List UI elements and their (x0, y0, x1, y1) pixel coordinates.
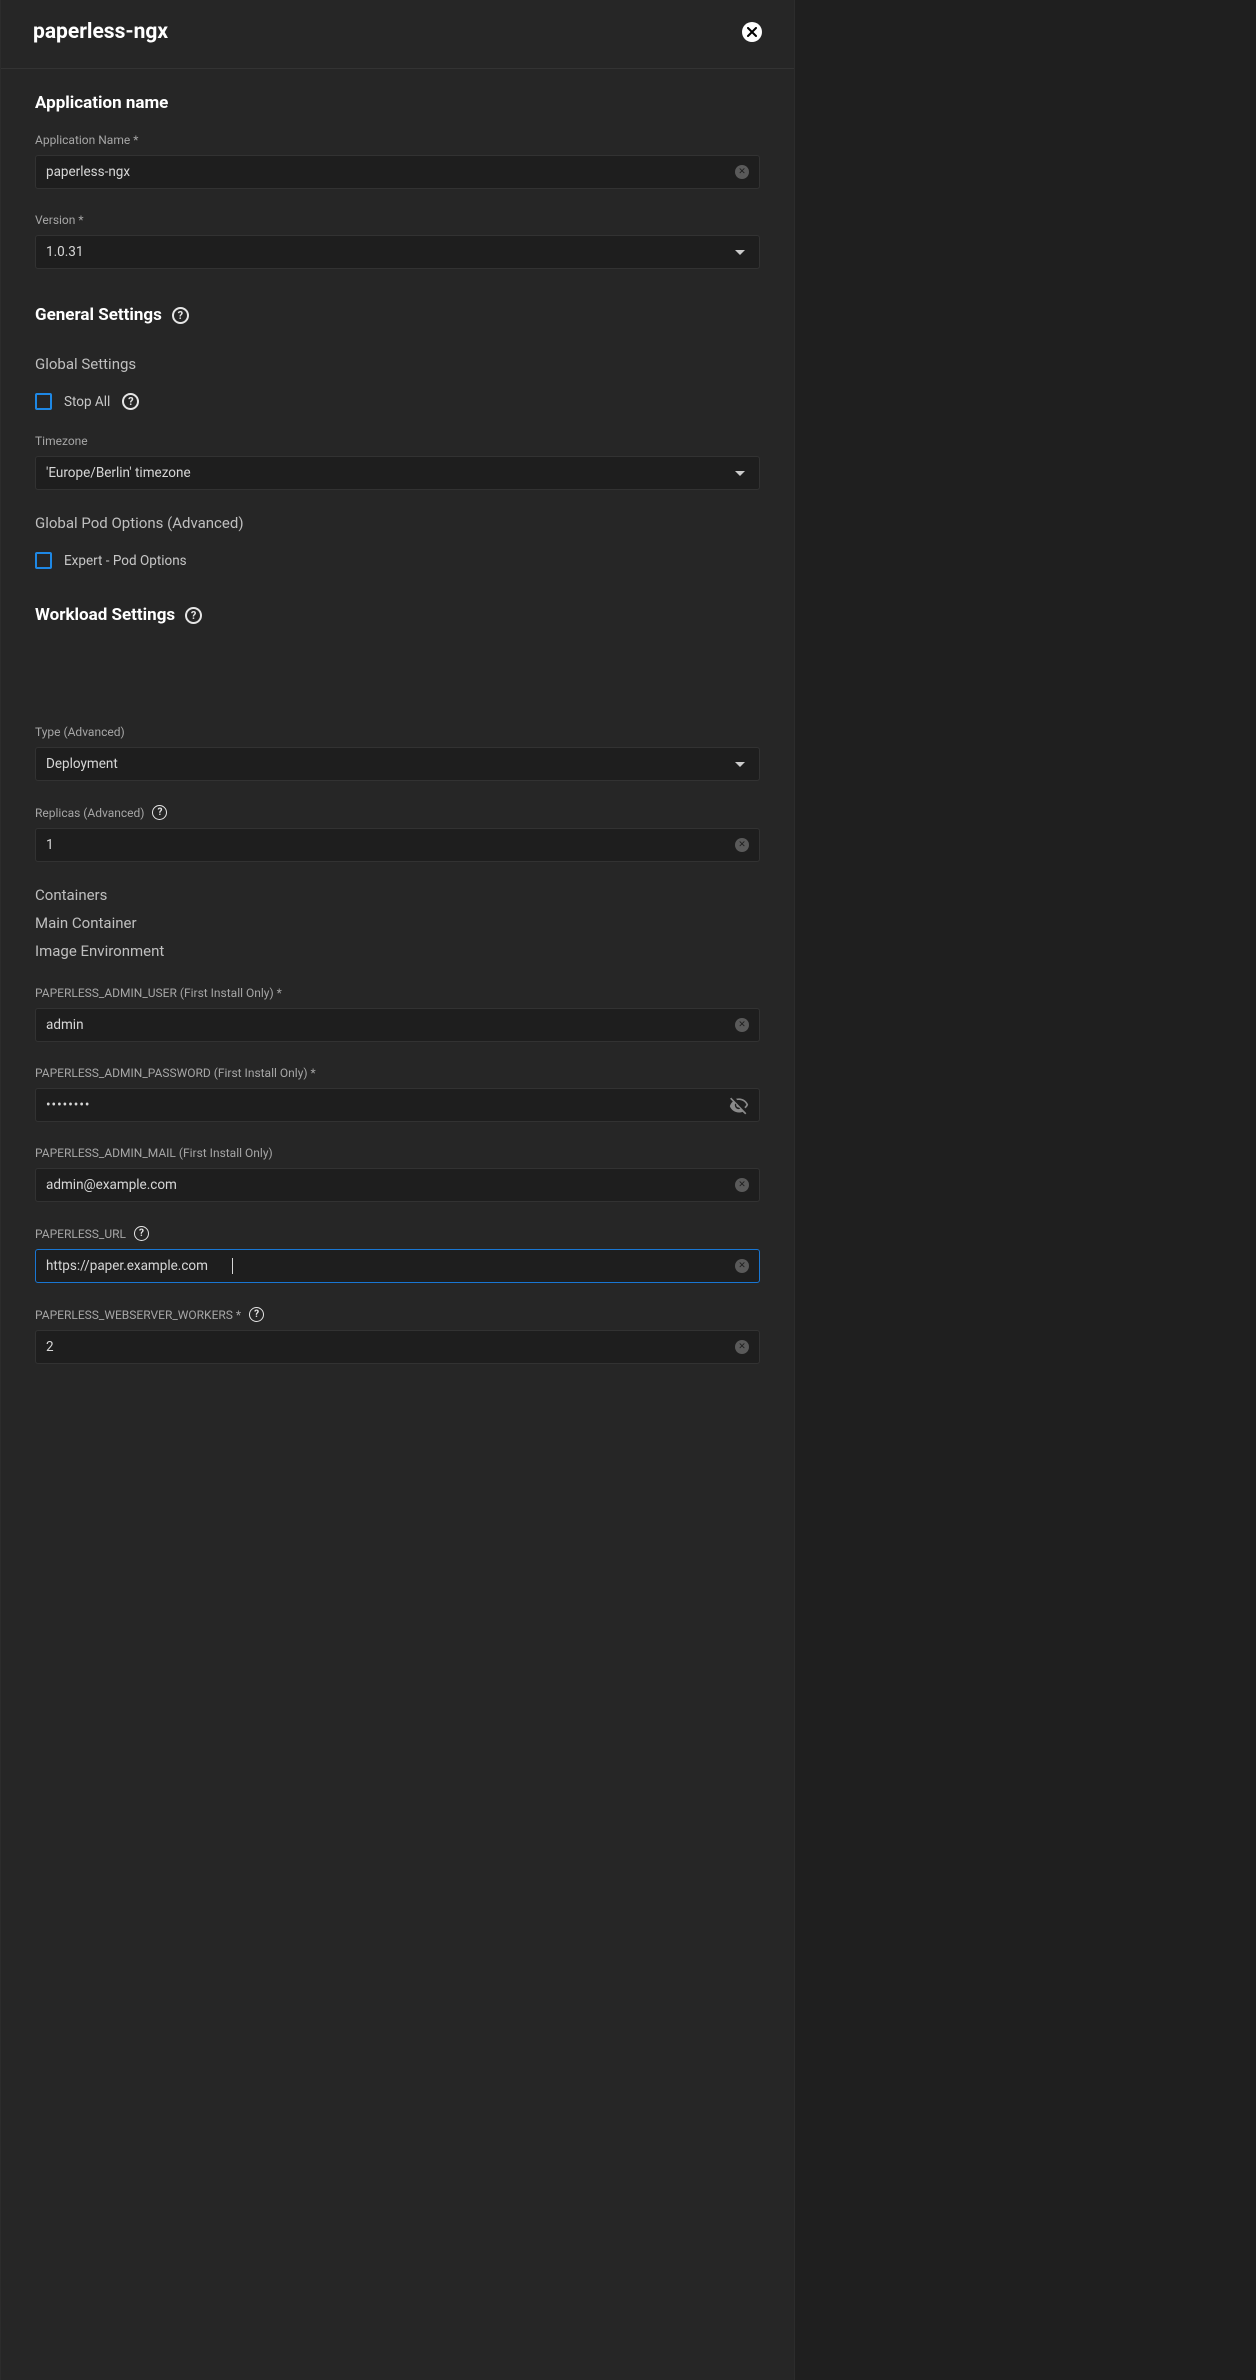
replicas-input-wrap[interactable]: ✕ (35, 828, 760, 862)
type-value: Deployment (46, 756, 118, 772)
stop-all-row: Stop All ? (35, 393, 760, 410)
app-name-label: Application Name * (35, 133, 760, 147)
help-icon[interactable]: ? (134, 1226, 149, 1241)
help-icon[interactable]: ? (172, 307, 189, 324)
field-app-name: Application Name * ✕ (35, 133, 760, 189)
timezone-value: 'Europe/Berlin' timezone (46, 465, 191, 481)
global-settings-label: Global Settings (35, 355, 760, 373)
help-icon[interactable]: ? (185, 607, 202, 624)
field-admin-user: PAPERLESS_ADMIN_USER (First Install Only… (35, 986, 760, 1042)
containers-block: Containers Main Container Image Environm… (35, 886, 760, 960)
chevron-down-icon (735, 762, 745, 767)
version-value: 1.0.31 (46, 244, 83, 260)
admin-mail-input-wrap[interactable]: ✕ (35, 1168, 760, 1202)
settings-modal: paperless-ngx Application name Applicati… (0, 0, 795, 2380)
help-icon[interactable]: ? (122, 393, 139, 410)
stop-all-label: Stop All (64, 394, 110, 410)
visibility-off-icon[interactable] (729, 1095, 749, 1115)
close-icon (747, 27, 757, 37)
expert-pod-checkbox[interactable] (35, 552, 52, 569)
modal-content: Application name Application Name * ✕ Ve… (1, 69, 794, 1428)
clear-icon[interactable]: ✕ (735, 1340, 749, 1354)
app-name-input[interactable] (46, 164, 735, 180)
help-icon[interactable]: ? (152, 805, 167, 820)
url-input-wrap[interactable]: ✕ (35, 1249, 760, 1283)
timezone-select[interactable]: 'Europe/Berlin' timezone (35, 456, 760, 490)
url-input[interactable] (46, 1258, 233, 1274)
section-workload-title: Workload Settings ? (35, 605, 760, 625)
chevron-down-icon (735, 471, 745, 476)
workers-label-text: PAPERLESS_WEBSERVER_WORKERS * (35, 1308, 241, 1322)
workers-input[interactable] (46, 1339, 735, 1355)
admin-user-label: PAPERLESS_ADMIN_USER (First Install Only… (35, 986, 760, 1000)
field-timezone: Timezone 'Europe/Berlin' timezone (35, 434, 760, 490)
admin-password-input[interactable] (46, 1097, 729, 1113)
app-name-input-wrap[interactable]: ✕ (35, 155, 760, 189)
expert-pod-label: Expert - Pod Options (64, 553, 187, 569)
general-settings-text: General Settings (35, 305, 162, 325)
replicas-label-text: Replicas (Advanced) (35, 806, 144, 820)
admin-user-input[interactable] (46, 1017, 735, 1033)
help-icon[interactable]: ? (249, 1307, 264, 1322)
type-label: Type (Advanced) (35, 725, 760, 739)
section-general-title: General Settings ? (35, 305, 760, 325)
admin-user-input-wrap[interactable]: ✕ (35, 1008, 760, 1042)
version-select[interactable]: 1.0.31 (35, 235, 760, 269)
admin-mail-input[interactable] (46, 1177, 735, 1193)
url-label: PAPERLESS_URL ? (35, 1226, 760, 1241)
replicas-input[interactable] (46, 837, 735, 853)
timezone-label: Timezone (35, 434, 760, 448)
clear-icon[interactable]: ✕ (735, 1259, 749, 1273)
modal-title: paperless-ngx (33, 20, 168, 44)
field-version: Version * 1.0.31 (35, 213, 760, 269)
clear-icon[interactable]: ✕ (735, 1178, 749, 1192)
clear-icon[interactable]: ✕ (735, 838, 749, 852)
global-pod-label: Global Pod Options (Advanced) (35, 514, 760, 532)
modal-header: paperless-ngx (1, 0, 794, 69)
field-replicas: Replicas (Advanced) ? ✕ (35, 805, 760, 862)
url-label-text: PAPERLESS_URL (35, 1227, 126, 1241)
field-url: PAPERLESS_URL ? ✕ (35, 1226, 760, 1283)
workload-settings-text: Workload Settings (35, 605, 175, 625)
expert-pod-row: Expert - Pod Options (35, 552, 760, 569)
field-admin-password: PAPERLESS_ADMIN_PASSWORD (First Install … (35, 1066, 760, 1122)
field-workers: PAPERLESS_WEBSERVER_WORKERS * ? ✕ (35, 1307, 760, 1364)
admin-password-input-wrap[interactable] (35, 1088, 760, 1122)
clear-icon[interactable]: ✕ (735, 1018, 749, 1032)
main-container-label: Main Container (35, 914, 760, 932)
admin-mail-label: PAPERLESS_ADMIN_MAIL (First Install Only… (35, 1146, 760, 1160)
replicas-label: Replicas (Advanced) ? (35, 805, 760, 820)
version-label: Version * (35, 213, 760, 227)
field-admin-mail: PAPERLESS_ADMIN_MAIL (First Install Only… (35, 1146, 760, 1202)
workers-input-wrap[interactable]: ✕ (35, 1330, 760, 1364)
stop-all-checkbox[interactable] (35, 393, 52, 410)
admin-password-label: PAPERLESS_ADMIN_PASSWORD (First Install … (35, 1066, 760, 1080)
field-type: Type (Advanced) Deployment (35, 725, 760, 781)
containers-label: Containers (35, 886, 760, 904)
image-env-label: Image Environment (35, 942, 760, 960)
section-app-name-title: Application name (35, 93, 760, 113)
chevron-down-icon (735, 250, 745, 255)
type-select[interactable]: Deployment (35, 747, 760, 781)
clear-icon[interactable]: ✕ (735, 165, 749, 179)
workers-label: PAPERLESS_WEBSERVER_WORKERS * ? (35, 1307, 760, 1322)
close-button[interactable] (742, 22, 762, 42)
